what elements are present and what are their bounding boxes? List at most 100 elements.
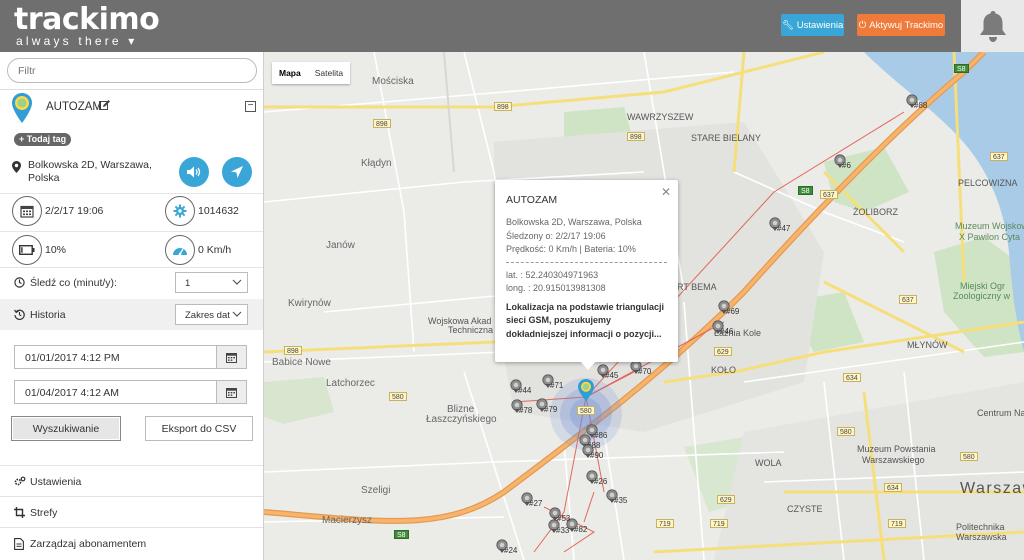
date-to-picker-button[interactable] xyxy=(216,381,246,403)
place-label: Mościska xyxy=(372,76,414,87)
sound-button[interactable] xyxy=(179,157,209,187)
city-label: Warszaw xyxy=(960,480,1024,497)
place-label: Szeligi xyxy=(361,485,391,496)
date-to-value: 01/04/2017 4:12 AM xyxy=(25,387,119,399)
road-number: 580 xyxy=(577,406,595,415)
road-number: 719 xyxy=(888,519,906,528)
add-tag-button[interactable]: + Todaj tag xyxy=(14,133,72,146)
place-label: MŁYNÓW xyxy=(907,340,948,350)
road-number: 719 xyxy=(656,519,674,528)
filter-input[interactable] xyxy=(7,58,257,83)
road-number: 898 xyxy=(284,346,302,355)
navigate-button[interactable] xyxy=(222,157,252,187)
bell-icon xyxy=(979,11,1006,42)
calendar-icon xyxy=(20,205,34,218)
tracking-interval-select[interactable]: 1 xyxy=(175,272,248,293)
map-type-toggle: Mapa Satelita xyxy=(272,62,351,84)
popup-pointer xyxy=(580,361,596,370)
menu-item-subscription[interactable]: Zarządzaj abonamentem xyxy=(0,527,263,558)
popup-latitude: lat. : 52.2403049719​63 xyxy=(506,269,599,280)
place-label: ŻOLIBORZ xyxy=(853,207,899,217)
activate-trackimo-button[interactable]: ⏻ Aktywuj Trackimo xyxy=(857,14,945,36)
edit-icon[interactable] xyxy=(99,100,110,111)
map-type-map-button[interactable]: Mapa xyxy=(272,62,308,84)
history-point-label: #45 xyxy=(605,371,619,380)
device-name: AUTOZAM xyxy=(46,101,103,113)
place-label: Warszawskiego xyxy=(862,455,925,465)
clock-icon xyxy=(14,277,25,288)
history-range-select[interactable]: Zakres dat xyxy=(175,304,248,325)
collapse-icon[interactable]: − xyxy=(245,101,256,112)
popup-divider xyxy=(506,261,667,263)
date-row: 2/2/17 19:06 1014632 xyxy=(0,193,263,231)
popup-tracked-time: Śledzony o: 2/2/17 19:06 xyxy=(506,230,606,241)
road-number: 629 xyxy=(714,347,732,356)
battery-row: 10% 0 Km/h xyxy=(0,231,263,269)
history-icon xyxy=(14,309,25,320)
search-button[interactable]: Wyszukiwanie xyxy=(11,416,121,441)
menu-item-settings[interactable]: Ustawienia xyxy=(0,465,263,496)
history-point-label: #70 xyxy=(638,367,652,376)
device-pin-icon xyxy=(12,93,32,123)
calendar-icon xyxy=(226,352,237,363)
history-point-label: #27 xyxy=(529,499,543,508)
popup-gsm-note: Lokalizacja na podstawie triangulacji si… xyxy=(506,301,665,339)
device-header[interactable]: AUTOZAM − xyxy=(0,90,263,125)
place-label: X Pawilon Cyta xyxy=(959,232,1021,242)
logo-main: trackimo xyxy=(14,2,160,37)
place-label: RT BEMA xyxy=(677,282,717,292)
history-row: Historia Zakres dat xyxy=(0,299,263,330)
date-from-field[interactable]: 01/01/2017 4:12 PM xyxy=(14,345,247,369)
speedometer-icon xyxy=(173,248,187,256)
tracking-interval-row: Śledź co (minut/y): 1 xyxy=(0,267,263,298)
menu-item-zones[interactable]: Strefy xyxy=(0,496,263,527)
road-number: 637 xyxy=(990,152,1008,161)
last-update-date: 2/2/17 19:06 xyxy=(45,205,104,217)
power-icon: ⏻ xyxy=(858,19,867,31)
place-label: Kłądyn xyxy=(361,158,392,169)
popup-longitude: long. : 20.915013981308 xyxy=(506,283,606,293)
speed-value: 0 Km/h xyxy=(198,244,232,256)
place-label: Zoologiczny w xyxy=(953,291,1011,301)
document-icon xyxy=(14,538,24,550)
history-point-label: #69 xyxy=(726,307,740,316)
place-label: Łaszczyńskiego xyxy=(426,414,497,425)
settings-button[interactable]: 🔧︎ Ustawienia xyxy=(781,14,844,36)
place-label: Politechnika xyxy=(956,522,1005,532)
history-point-label: #53 xyxy=(557,514,571,523)
road-number: 719 xyxy=(710,519,728,528)
device-address: Bolkowska 2D, Warszawa, Polska xyxy=(28,159,152,184)
place-label: WAWRZYSZEW xyxy=(627,112,694,122)
history-label: Historia xyxy=(30,309,66,321)
map-type-satellite-button[interactable]: Satelita xyxy=(308,62,350,84)
history-point-label: #46 xyxy=(720,327,734,336)
place-label: Centrum Nauk xyxy=(977,408,1024,418)
date-to-field[interactable]: 01/04/2017 4:12 AM xyxy=(14,380,247,404)
place-label: Macierzysz xyxy=(322,515,373,526)
tracking-interval-label: Śledź co (minut/y): xyxy=(30,277,117,289)
wrench-icon: 🔧︎ xyxy=(781,19,794,31)
history-point-label: #35 xyxy=(614,496,628,505)
map-view[interactable]: Mapa Satelita Mościska WAWRZYSZEW STARE … xyxy=(264,52,1024,560)
history-point-label: #71 xyxy=(550,381,564,390)
close-icon[interactable]: ✕ xyxy=(661,185,671,199)
road-number: 580 xyxy=(389,392,407,401)
trackimo-logo[interactable]: trackimo always there ▾ xyxy=(14,2,160,48)
battery-badge xyxy=(12,235,42,265)
address-row: Bolkowska 2D, Warszawa, Polska xyxy=(0,152,263,192)
device-id: 1014632 xyxy=(198,205,239,217)
top-header: trackimo always there ▾ 🔧︎ Ustawienia ⏻ … xyxy=(0,0,1024,52)
history-point-label: #44 xyxy=(518,386,532,395)
popup-title: AUTOZAM xyxy=(506,194,558,206)
road-number: 629 xyxy=(717,495,735,504)
export-csv-button[interactable]: Eksport do CSV xyxy=(145,416,253,441)
history-point-label: #90 xyxy=(590,451,604,460)
battery-icon xyxy=(19,245,35,255)
current-location-pin[interactable] xyxy=(577,378,595,402)
date-from-picker-button[interactable] xyxy=(216,346,246,368)
popup-address: Bolkowska 2D, Warszawa, Polska xyxy=(506,217,642,227)
road-number: 634 xyxy=(843,373,861,382)
road-number: 580 xyxy=(960,452,978,461)
notifications-button[interactable] xyxy=(961,0,1024,52)
place-label: Kwirynów xyxy=(288,298,331,309)
